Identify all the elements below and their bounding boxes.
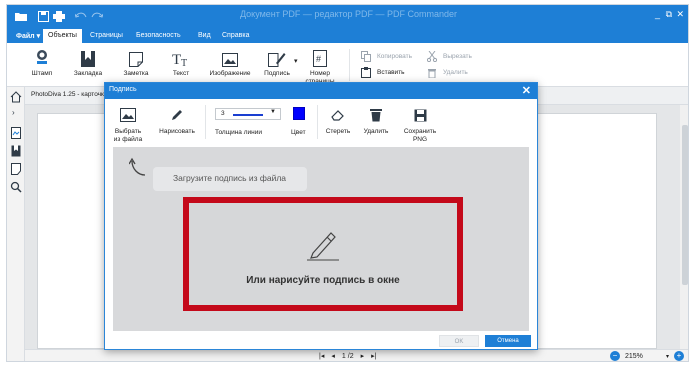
- first-page-icon[interactable]: |◂: [319, 352, 324, 360]
- paste-icon: [361, 67, 371, 78]
- close-window-button[interactable]: ✕: [676, 9, 684, 20]
- zoom-in-icon[interactable]: +: [674, 351, 684, 361]
- expand-panel-icon[interactable]: ›: [12, 108, 15, 117]
- paste-button[interactable]: Вставить: [361, 67, 405, 78]
- minimize-button[interactable]: _: [655, 9, 660, 19]
- tab-objects[interactable]: Объекты: [43, 29, 82, 43]
- signature-icon: [259, 47, 295, 67]
- color-picker[interactable]: [293, 107, 305, 120]
- note-button[interactable]: Заметка: [119, 47, 153, 78]
- home-icon[interactable]: [10, 91, 22, 103]
- curved-arrow-up-icon: [129, 157, 146, 176]
- ribbon-tab-bar: Файл ▾ Объекты Страницы Безопасность Вид…: [7, 27, 688, 43]
- delete-button[interactable]: Удалить: [427, 67, 468, 78]
- color-label: Цвет: [291, 129, 306, 136]
- trash-icon: [428, 69, 436, 78]
- dialog-footer: OK Отмена: [105, 333, 537, 349]
- notes-panel-icon[interactable]: [10, 163, 22, 175]
- line-thickness-select[interactable]: 3 ▼: [215, 108, 281, 120]
- tab-view[interactable]: Вид: [193, 29, 216, 43]
- svg-text:#: #: [316, 54, 321, 64]
- pen-icon: [157, 107, 197, 123]
- signature-canvas[interactable]: Загрузите подпись из файла Или нарисуйте…: [113, 147, 529, 331]
- scissors-icon: [427, 51, 437, 62]
- dialog-title-bar: Подпись ✕: [105, 83, 537, 99]
- toolbar-divider: [317, 105, 318, 139]
- bookmark-button[interactable]: Закладка: [69, 47, 107, 78]
- zoom-out-icon[interactable]: −: [609, 351, 620, 361]
- toolbar-divider: [205, 105, 206, 139]
- document-tab[interactable]: PhotoDiva 1.25 - карточк: [31, 91, 104, 98]
- line-thickness-value: 3: [221, 110, 225, 117]
- window-title: Документ PDF — редактор PDF — PDF Comman…: [239, 9, 458, 19]
- tab-security[interactable]: Безопасность: [131, 29, 186, 43]
- signature-dropdown-arrow-icon[interactable]: ▾: [294, 57, 298, 65]
- status-bar: |◂ ◂ 1 /2 ▸ ▸| − 215% ▾ +: [25, 349, 688, 361]
- bookmarks-panel-icon[interactable]: [10, 145, 22, 157]
- total-pages: /2: [347, 352, 354, 360]
- page-number-icon: #: [303, 47, 337, 67]
- stamp-icon: [27, 47, 57, 67]
- erase-button[interactable]: Стереть: [323, 107, 353, 136]
- delete-signature-button[interactable]: Удалить: [361, 107, 391, 136]
- upload-hint[interactable]: Загрузите подпись из файла: [153, 167, 307, 191]
- image-icon: [207, 47, 253, 67]
- draw-button[interactable]: Нарисовать: [157, 107, 197, 136]
- draw-hint: Или нарисуйте подпись в окне: [246, 275, 400, 286]
- pen-signature-icon: [307, 232, 339, 261]
- floppy-disk-icon: [399, 107, 441, 123]
- current-page-input[interactable]: 1: [342, 353, 346, 360]
- copy-button[interactable]: Копировать: [361, 51, 412, 62]
- ok-button[interactable]: OK: [439, 335, 479, 347]
- svg-text:T: T: [181, 58, 187, 67]
- signature-button[interactable]: Подпись: [259, 47, 295, 78]
- search-icon[interactable]: [10, 181, 22, 193]
- last-page-icon[interactable]: ▸|: [371, 352, 376, 360]
- ribbon-divider: [349, 49, 350, 81]
- copy-icon: [361, 51, 371, 62]
- tab-help[interactable]: Справка: [217, 29, 254, 43]
- line-preview: [233, 114, 263, 116]
- cancel-button[interactable]: Отмена: [485, 335, 531, 347]
- title-bar: Документ PDF — редактор PDF — PDF Comman…: [7, 5, 688, 27]
- restore-button[interactable]: ⧉: [666, 9, 672, 20]
- cut-button[interactable]: Вырезать: [427, 51, 472, 62]
- image-file-icon: [111, 107, 145, 123]
- save-png-button[interactable]: Сохранить PNG: [399, 107, 441, 144]
- dialog-title: Подпись: [109, 86, 137, 93]
- chevron-down-icon: ▼: [270, 109, 276, 115]
- prev-page-icon[interactable]: ◂: [331, 352, 335, 360]
- dialog-close-button[interactable]: ✕: [522, 84, 531, 97]
- tab-pages[interactable]: Страницы: [85, 29, 128, 43]
- stamp-button[interactable]: Штамп: [27, 47, 57, 78]
- line-thickness-label: Толщина линии: [215, 129, 262, 136]
- text-icon: TT: [167, 47, 195, 67]
- ribbon-toolbar: Штамп Закладка Заметка TT Текст Изображе…: [7, 43, 688, 87]
- next-page-icon[interactable]: ▸: [361, 352, 365, 360]
- zoom-control: − 215% ▾ +: [609, 351, 684, 361]
- pages-thumbnail-icon[interactable]: [10, 127, 22, 139]
- note-icon: [119, 47, 153, 67]
- trash-icon: [361, 107, 391, 123]
- file-menu[interactable]: Файл ▾: [11, 29, 45, 43]
- signature-dialog: Подпись ✕ Выбрать из файла Нарисовать 3 …: [104, 82, 538, 350]
- text-button[interactable]: TT Текст: [167, 47, 195, 78]
- scrollbar-thumb[interactable]: [682, 125, 688, 285]
- svg-text:T: T: [172, 52, 181, 67]
- page-navigator: |◂ ◂ 1 /2 ▸ ▸|: [319, 352, 376, 361]
- zoom-level-select[interactable]: 215%: [625, 353, 661, 360]
- page-number-button[interactable]: # Номер страницы: [303, 47, 337, 86]
- bookmark-icon: [69, 47, 107, 67]
- zoom-dropdown-arrow-icon[interactable]: ▾: [666, 353, 669, 360]
- load-from-file-button[interactable]: Выбрать из файла: [111, 107, 145, 144]
- signature-toolbar: Выбрать из файла Нарисовать 3 ▼ Толщина …: [105, 99, 537, 145]
- page-counter: 1 /2: [342, 353, 354, 360]
- vertical-scrollbar[interactable]: [680, 105, 688, 349]
- left-tool-panel: ›: [7, 87, 25, 361]
- eraser-icon: [323, 107, 353, 123]
- image-button[interactable]: Изображение: [207, 47, 253, 78]
- drawing-area[interactable]: Или нарисуйте подпись в окне: [183, 197, 463, 311]
